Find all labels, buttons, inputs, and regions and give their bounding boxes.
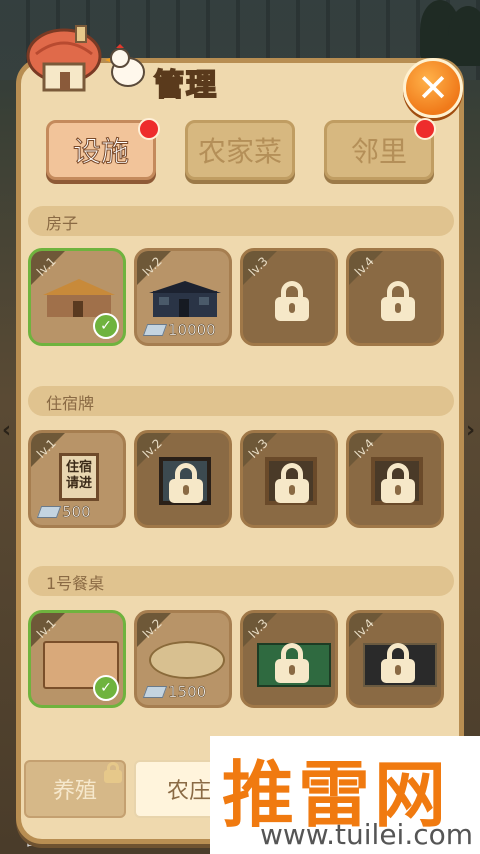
tab-label: 设施 xyxy=(72,135,129,169)
sign-card-lv1[interactable]: lv.1 住宿 请进 500 xyxy=(28,430,126,528)
lock-icon xyxy=(275,463,309,503)
section-title: 房子 xyxy=(46,214,79,233)
lock-icon xyxy=(381,281,415,321)
price-value: 10000 xyxy=(168,321,216,340)
table-lv2-image xyxy=(149,641,225,679)
tab-label: 农家菜 xyxy=(197,135,282,168)
panel-header: 管理 xyxy=(26,20,286,104)
table-card-lv1[interactable]: lv.1 ✓ xyxy=(28,610,126,708)
price-value: 500 xyxy=(62,503,91,522)
house-icon xyxy=(26,25,102,92)
price-value: 1500 xyxy=(168,683,207,702)
tab-label: 农庄 xyxy=(166,779,211,804)
cash-icon xyxy=(142,324,168,336)
section-title: 住宿牌 xyxy=(46,394,95,413)
sign-card-lv4[interactable]: lv.4 xyxy=(346,430,444,528)
lock-icon xyxy=(104,762,122,783)
cash-icon xyxy=(36,506,62,518)
sign-card-lv3[interactable]: lv.3 xyxy=(240,430,338,528)
table-card-lv2[interactable]: lv.2 1500 xyxy=(134,610,232,708)
notification-badge xyxy=(414,118,436,140)
left-arrow-icon[interactable]: ‹ xyxy=(2,418,11,443)
lock-icon xyxy=(275,643,309,683)
house-card-lv1[interactable]: lv.1 ✓ xyxy=(28,248,126,346)
lock-icon xyxy=(381,463,415,503)
lock-icon xyxy=(169,463,203,503)
house-card-lv3[interactable]: lv.3 xyxy=(240,248,338,346)
tab-label: 养殖 xyxy=(52,779,97,804)
lock-icon xyxy=(275,281,309,321)
tab-farm-dishes[interactable]: 农家菜 xyxy=(185,120,295,180)
right-arrow-icon[interactable]: › xyxy=(466,418,475,443)
cash-icon xyxy=(142,686,168,698)
house-lv2-image xyxy=(149,281,221,317)
sign-lv1-image: 住宿 请进 xyxy=(59,453,99,501)
tab-label: 邻里 xyxy=(350,135,407,168)
price-tag: 500 xyxy=(36,503,91,522)
section-header: 住宿牌 xyxy=(28,386,454,416)
section-header: 房子 xyxy=(28,206,454,236)
sign-card-lv2[interactable]: lv.2 xyxy=(134,430,232,528)
price-tag: 10000 xyxy=(142,321,216,340)
close-button[interactable]: ✕ xyxy=(403,58,463,118)
table-card-lv3[interactable]: lv.3 xyxy=(240,610,338,708)
watermark: 推雷网 www.tuilei.com xyxy=(210,736,480,854)
house-card-lv4[interactable]: lv.4 xyxy=(346,248,444,346)
checkmark-icon: ✓ xyxy=(93,313,119,339)
checkmark-icon: ✓ xyxy=(93,675,119,701)
notification-badge xyxy=(138,118,160,140)
watermark-url: www.tuilei.com xyxy=(260,818,474,851)
table-card-lv4[interactable]: lv.4 xyxy=(346,610,444,708)
lock-icon xyxy=(381,643,415,683)
price-tag: 1500 xyxy=(142,683,207,702)
section-header: 1号餐桌 xyxy=(28,566,454,596)
house-card-lv2[interactable]: lv.2 10000 xyxy=(134,248,232,346)
close-icon: ✕ xyxy=(417,66,449,110)
chicken-icon xyxy=(105,44,145,87)
background-tree xyxy=(448,6,480,66)
section-title: 1号餐桌 xyxy=(46,574,105,593)
panel-title: 管理 xyxy=(153,67,218,104)
